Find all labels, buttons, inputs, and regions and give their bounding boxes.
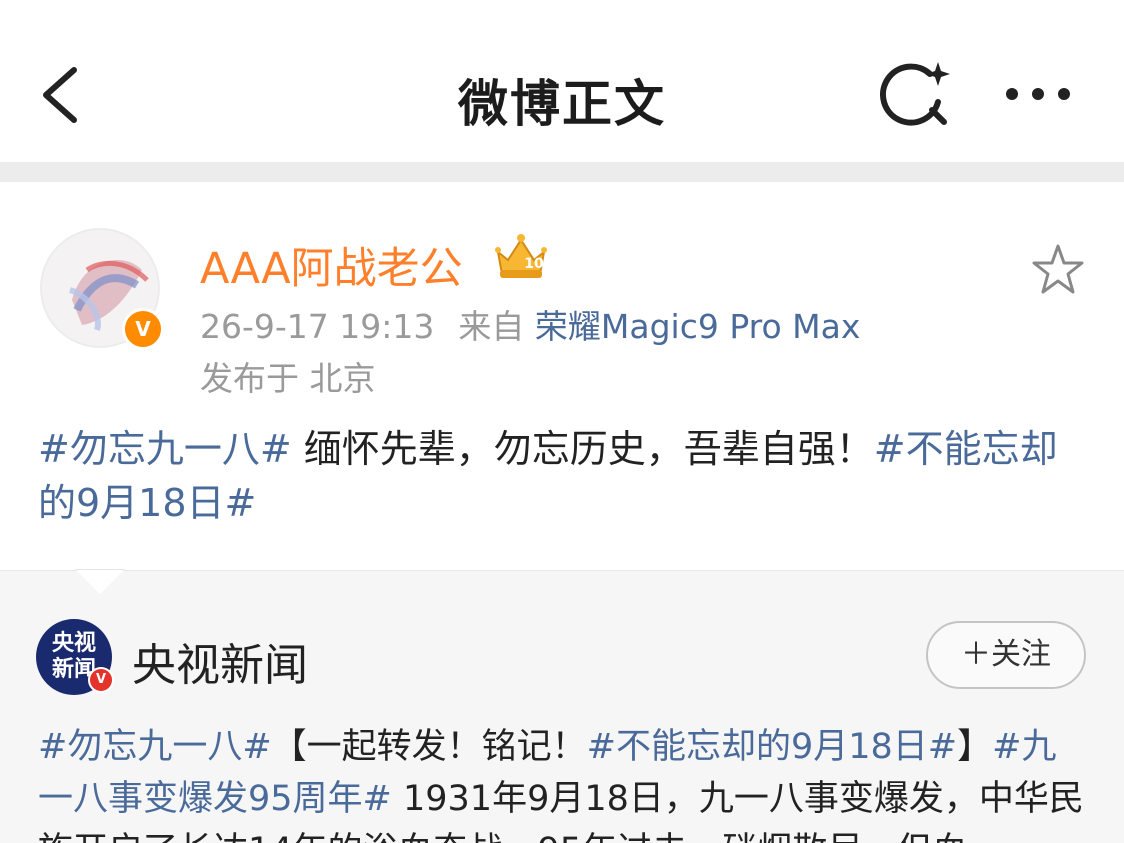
topic-link[interactable]: #不能忘却的9月18日#: [587, 727, 957, 767]
from-label: 来自: [458, 307, 525, 346]
post-location: 发布于 北京: [200, 359, 376, 398]
source-verified-badge: V: [88, 667, 114, 693]
topic-link[interactable]: #勿忘九一八#: [38, 727, 272, 767]
source-name[interactable]: 央视新闻: [132, 629, 308, 693]
search-button[interactable]: [880, 58, 956, 130]
star-icon: [1032, 244, 1084, 294]
reposted-content[interactable]: 央视 新闻 V 央视新闻 ＋关注 #勿忘九一八#【一起转发！铭记！#不能忘却的9…: [0, 570, 1124, 843]
post-timestamp: 26-9-17 19:13: [200, 307, 435, 346]
crown-level-number: 10: [524, 256, 544, 272]
verified-badge: V: [122, 308, 164, 350]
favorite-button[interactable]: [1030, 242, 1086, 298]
post-meta: 26-9-17 19:13 来自 荣耀Magic9 Pro Max: [200, 300, 860, 348]
more-dots-icon: [1006, 88, 1070, 100]
source-avatar-line1: 央视: [51, 631, 96, 656]
crown-level-badge-icon[interactable]: 10: [490, 230, 552, 284]
weibo-post: V AAA阿战老公 10 26-9-17 19:13 来自 荣耀Magic9 Pr…: [0, 182, 1124, 570]
post-body-text: 缅怀先辈，勿忘历史，吾辈自强！: [291, 427, 874, 471]
repost-content-text: #勿忘九一八#【一起转发！铭记！#不能忘却的9月18日#】#九一八事变爆发95周…: [38, 721, 1088, 843]
topic-link[interactable]: #勿忘九一八#: [38, 427, 292, 471]
top-nav-bar: 微博正文: [0, 0, 1124, 162]
username[interactable]: AAA阿战老公: [200, 234, 463, 296]
repost-pointer: [76, 570, 124, 594]
sparkle-search-icon: [880, 62, 950, 126]
repost-text-part: 】: [957, 727, 993, 767]
more-options-button[interactable]: [1000, 76, 1080, 112]
repost-text-part: 【一起转发！铭记！: [271, 727, 587, 767]
follow-button[interactable]: ＋关注: [926, 621, 1086, 689]
section-divider: [0, 162, 1124, 182]
post-content: #勿忘九一八# 缅怀先辈，勿忘历史，吾辈自强！#不能忘却的9月18日#: [38, 422, 1088, 530]
device-link[interactable]: 荣耀Magic9 Pro Max: [535, 307, 861, 346]
